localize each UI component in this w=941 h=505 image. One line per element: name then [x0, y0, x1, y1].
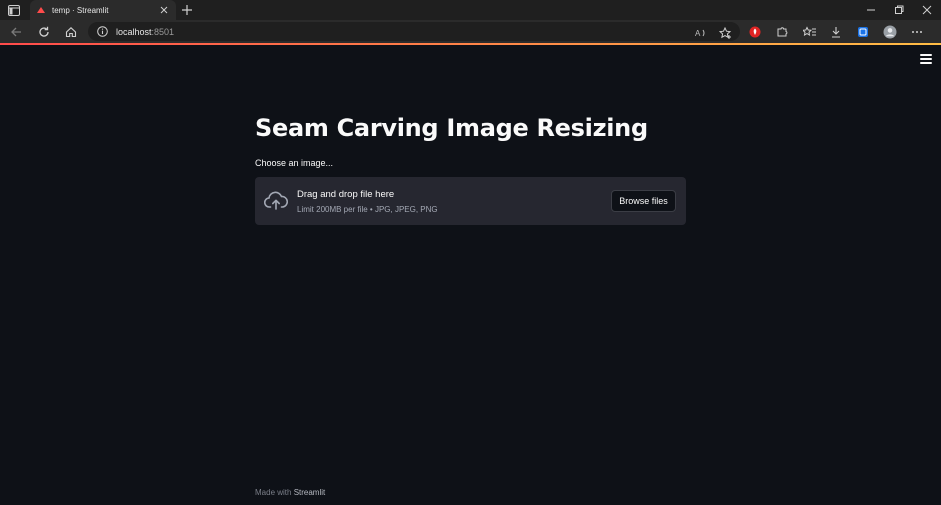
tab-bar: temp · Streamlit [0, 0, 941, 20]
window-controls [857, 0, 941, 20]
new-tab-button[interactable] [180, 3, 194, 17]
tab-title: temp · Streamlit [52, 5, 109, 15]
back-icon[interactable] [7, 23, 25, 40]
streamlit-decoration-bar [0, 43, 941, 45]
browser-toolbar: localhost:8501 A [0, 20, 941, 43]
dropzone-instructions: Drag and drop file here [297, 189, 395, 200]
minimize-icon[interactable] [857, 0, 885, 20]
refresh-icon[interactable] [35, 23, 53, 40]
address-bar[interactable]: localhost:8501 A [88, 22, 740, 41]
extension-icon[interactable] [746, 23, 764, 40]
url-port: :8501 [151, 26, 175, 37]
main-menu-icon[interactable] [919, 53, 933, 65]
cloud-upload-icon [263, 190, 289, 212]
extensions-icon[interactable] [773, 23, 791, 40]
footer-brand-link[interactable]: Streamlit [294, 488, 326, 497]
dropzone-limit-text: Limit 200MB per file • JPG, JPEG, PNG [297, 205, 438, 214]
home-icon[interactable] [62, 23, 80, 40]
browser-tab[interactable]: temp · Streamlit [30, 0, 176, 20]
close-icon[interactable] [158, 4, 170, 16]
favorites-icon[interactable] [800, 23, 818, 40]
svg-text:A: A [695, 29, 701, 38]
footer: Made with Streamlit [255, 488, 325, 497]
plus-icon [182, 5, 192, 15]
tab-actions-icon[interactable] [6, 3, 22, 17]
page-title: Seam Carving Image Resizing [255, 114, 648, 142]
file-dropzone[interactable]: Drag and drop file here Limit 200MB per … [255, 177, 686, 225]
profile-avatar[interactable] [881, 23, 899, 40]
browse-files-button[interactable]: Browse files [611, 190, 676, 212]
collections-icon[interactable] [854, 23, 872, 40]
restore-icon[interactable] [885, 0, 913, 20]
file-uploader-label: Choose an image... [255, 158, 334, 168]
more-icon[interactable] [908, 23, 926, 40]
info-icon[interactable] [96, 26, 108, 38]
downloads-icon[interactable] [827, 23, 845, 40]
url-host: localhost [116, 26, 152, 37]
close-window-icon[interactable] [913, 0, 941, 20]
add-favorite-icon[interactable] [716, 24, 734, 41]
streamlit-favicon [36, 5, 46, 15]
footer-prefix: Made with [255, 488, 294, 497]
read-aloud-icon[interactable]: A [692, 24, 710, 41]
